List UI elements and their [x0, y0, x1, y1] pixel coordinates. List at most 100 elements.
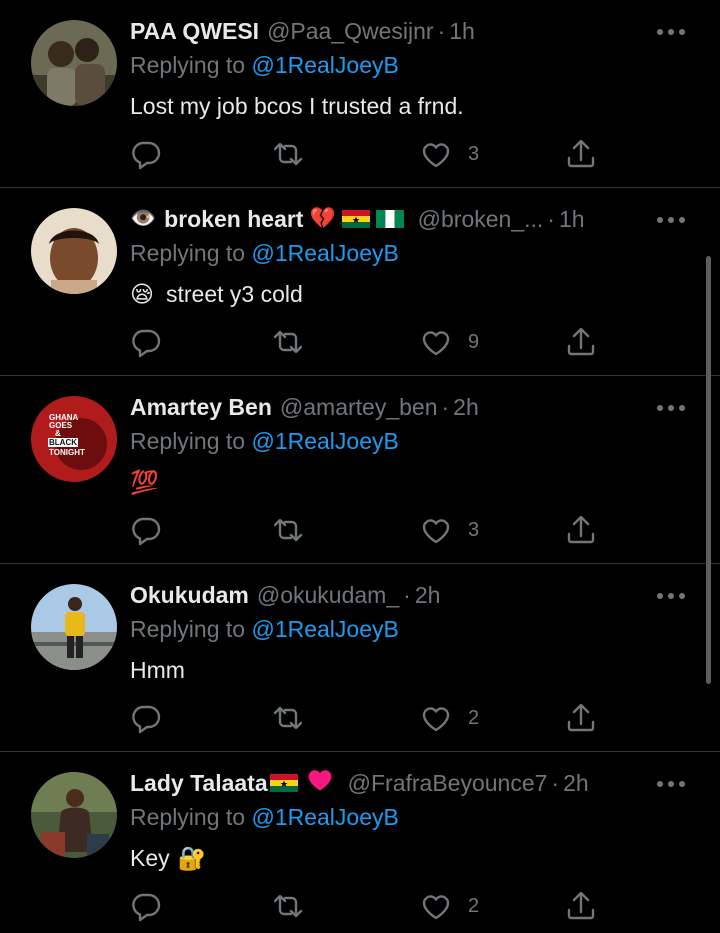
reply-button[interactable]: [130, 700, 162, 736]
retweet-icon: [273, 706, 303, 730]
share-icon: [567, 515, 595, 544]
like-button[interactable]: 3: [420, 136, 479, 172]
tweet-item[interactable]: GHANA GOES & BLACK TONIGHT Amartey Ben @…: [0, 376, 720, 564]
action-bar: 2: [130, 888, 610, 924]
tweet-header: Okukudam @okukudam_ · 2h: [130, 578, 650, 612]
tweet-text: Hmm: [130, 657, 185, 684]
replying-prefix: Replying to: [130, 616, 246, 642]
more-icon[interactable]: [656, 780, 686, 788]
like-button[interactable]: 2: [420, 700, 479, 736]
separator: ·: [551, 769, 560, 796]
user-handle[interactable]: @amartey_ben: [280, 394, 438, 421]
nigeria-flag-icon: [375, 210, 404, 228]
user-handle[interactable]: @broken_...: [418, 206, 544, 233]
replying-to: Replying to @1RealJoeyB: [130, 240, 399, 267]
retweet-button[interactable]: [272, 324, 304, 360]
like-count: 2: [468, 894, 480, 917]
broken-heart-emoji: 💔: [309, 207, 336, 230]
user-handle[interactable]: @Paa_Qwesijnr: [267, 18, 434, 45]
like-button[interactable]: 9: [420, 324, 479, 360]
name-emojis: [269, 766, 334, 800]
locked-key-emoji: 🔐: [177, 845, 207, 871]
avatar[interactable]: [31, 20, 117, 106]
user-handle[interactable]: @okukudam_: [257, 582, 399, 609]
retweet-button[interactable]: [272, 700, 304, 736]
display-name[interactable]: PAA QWESI: [130, 18, 259, 45]
tweet-header: PAA QWESI @Paa_Qwesijnr · 1h: [130, 14, 650, 48]
tweet-item[interactable]: Okukudam @okukudam_ · 2h Replying to @1R…: [0, 564, 720, 752]
timestamp[interactable]: 1h: [559, 206, 585, 233]
replying-to: Replying to @1RealJoeyB: [130, 52, 399, 79]
tweet-text: 💯: [130, 469, 159, 496]
avatar-text-line: BLACK: [49, 438, 77, 447]
reply-button[interactable]: [130, 136, 162, 172]
more-icon[interactable]: [656, 28, 686, 36]
reply-button[interactable]: [130, 888, 162, 924]
tweet-text: 😪 street y3 cold: [130, 281, 303, 308]
action-bar: 2: [130, 700, 610, 736]
display-name[interactable]: Lady Talaata: [130, 770, 268, 797]
avatar-text-line: GOES: [49, 421, 73, 430]
like-button[interactable]: 2: [420, 888, 479, 924]
share-icon: [567, 891, 595, 920]
share-button[interactable]: [565, 136, 597, 172]
display-name[interactable]: Okukudam: [130, 582, 249, 609]
reply-button[interactable]: [130, 324, 162, 360]
mention-link[interactable]: @1RealJoeyB: [251, 428, 398, 454]
tweet-item[interactable]: Lady Talaata @FrafraBeyounce7 · 2h Reply…: [0, 752, 720, 933]
timestamp[interactable]: 2h: [453, 394, 479, 421]
tweet-text: Lost my job bcos I trusted a frnd.: [130, 93, 464, 120]
mention-link[interactable]: @1RealJoeyB: [251, 616, 398, 642]
retweet-button[interactable]: [272, 512, 304, 548]
avatar[interactable]: [31, 772, 117, 858]
replying-prefix: Replying to: [130, 240, 246, 266]
mention-link[interactable]: @1RealJoeyB: [251, 804, 398, 830]
tweet-text: Key 🔐: [130, 845, 206, 872]
share-button[interactable]: [565, 512, 597, 548]
avatar-text-line: &: [55, 429, 61, 438]
tweet-item[interactable]: PAA QWESI @Paa_Qwesijnr · 1h Replying to…: [0, 0, 720, 188]
avatar[interactable]: [31, 208, 117, 294]
like-count: 3: [468, 142, 480, 165]
mention-link[interactable]: @1RealJoeyB: [251, 240, 398, 266]
avatar[interactable]: GHANA GOES & BLACK TONIGHT: [31, 396, 117, 482]
share-button[interactable]: [565, 324, 597, 360]
replying-to: Replying to @1RealJoeyB: [130, 804, 399, 831]
like-button[interactable]: 3: [420, 512, 479, 548]
tweet-text-content: Key: [130, 845, 170, 871]
display-name[interactable]: Amartey Ben: [130, 394, 272, 421]
heart-icon: [422, 707, 450, 732]
replying-to: Replying to @1RealJoeyB: [130, 428, 399, 455]
ghana-flag-icon: [341, 210, 370, 228]
heart-icon: [422, 519, 450, 544]
retweet-button[interactable]: [272, 888, 304, 924]
action-bar: 3: [130, 512, 610, 548]
timestamp[interactable]: 2h: [563, 770, 589, 797]
separator: ·: [403, 581, 411, 608]
share-button[interactable]: [565, 888, 597, 924]
timestamp[interactable]: 1h: [449, 18, 475, 45]
hundred-points-emoji: 💯: [130, 469, 159, 495]
share-button[interactable]: [565, 700, 597, 736]
reply-feed: PAA QWESI @Paa_Qwesijnr · 1h Replying to…: [0, 0, 720, 933]
more-icon[interactable]: [656, 404, 686, 412]
more-icon[interactable]: [656, 592, 686, 600]
tweet-header: Lady Talaata @FrafraBeyounce7 · 2h: [130, 766, 650, 800]
tweet-item[interactable]: 👁️ broken heart 💔 @broken_... · 1h Reply…: [0, 188, 720, 376]
reply-button[interactable]: [130, 512, 162, 548]
scrollbar[interactable]: [706, 256, 711, 684]
reply-icon: [132, 893, 161, 922]
retweet-icon: [273, 142, 303, 166]
replying-prefix: Replying to: [130, 52, 246, 78]
reply-icon: [132, 141, 161, 170]
user-handle[interactable]: @FrafraBeyounce7: [348, 770, 548, 797]
retweet-button[interactable]: [272, 136, 304, 172]
mention-link[interactable]: @1RealJoeyB: [251, 52, 398, 78]
sleepy-face-emoji: 😪: [130, 281, 154, 307]
more-icon[interactable]: [656, 216, 686, 224]
avatar[interactable]: [31, 584, 117, 670]
display-name[interactable]: broken heart: [164, 206, 303, 233]
timestamp[interactable]: 2h: [415, 582, 441, 609]
like-count: 3: [468, 518, 480, 541]
tweet-text-content: street y3 cold: [165, 281, 303, 307]
